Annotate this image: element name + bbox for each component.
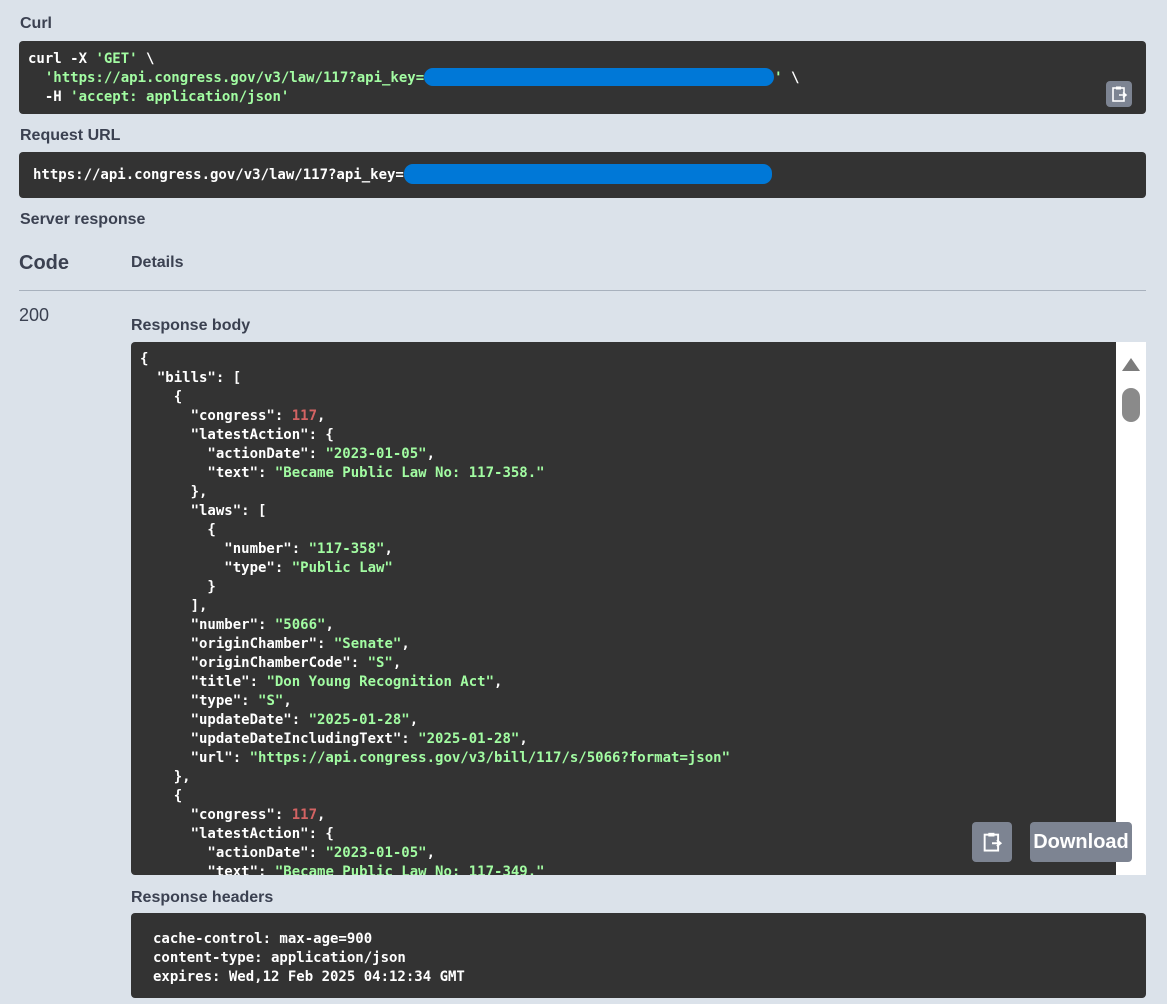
json-line: "originChamber": "Senate", — [140, 636, 410, 652]
json-line: } — [140, 579, 216, 595]
header-line-expires: expires: Wed,12 Feb 2025 04:12:34 GMT — [153, 969, 465, 985]
request-url-label: Request URL — [20, 127, 121, 144]
curl-line-3: -H 'accept: application/json' — [44, 89, 290, 105]
json-line: "type": "Public Law" — [140, 560, 393, 576]
json-line: "text": "Became Public Law No: 117-349." — [140, 864, 545, 875]
scroll-up-arrow-icon[interactable] — [1122, 358, 1140, 371]
response-body-label: Response body — [131, 317, 251, 334]
status-code: 200 — [19, 305, 50, 325]
json-line: "latestAction": { — [140, 427, 334, 443]
json-line: }, — [140, 769, 191, 785]
json-line: "laws": [ — [140, 503, 267, 519]
copy-response-button[interactable] — [972, 822, 1012, 862]
json-line: "bills": [ — [140, 370, 242, 386]
copy-curl-button[interactable] — [1106, 81, 1132, 107]
header-line-content-type: content-type: application/json — [153, 950, 406, 966]
json-line: "text": "Became Public Law No: 117-358." — [140, 465, 545, 481]
json-line: "actionDate": "2023-01-05", — [140, 446, 436, 462]
code-column-header: Code — [19, 252, 69, 274]
response-body-scrollbar[interactable] — [1116, 342, 1146, 875]
json-line: "actionDate": "2023-01-05", — [140, 845, 436, 861]
json-line: "updateDateIncludingText": "2025-01-28", — [140, 731, 528, 747]
json-line: }, — [140, 484, 208, 500]
curl-line-2: 'https://api.congress.gov/v3/law/117?api… — [44, 68, 800, 86]
redacted-api-key — [424, 68, 775, 86]
header-divider — [19, 290, 1146, 291]
redacted-api-key — [403, 164, 772, 184]
request-url-box: https://api.congress.gov/v3/law/117?api_… — [19, 152, 1146, 198]
json-line: "congress": 117, — [140, 408, 326, 424]
json-line: "congress": 117, — [140, 807, 326, 823]
json-line: { — [140, 522, 216, 538]
response-headers-label: Response headers — [131, 889, 274, 906]
request-url-line: https://api.congress.gov/v3/law/117?api_… — [33, 164, 1146, 185]
response-body-box: { "bills": [ { "congress": 117, "latestA… — [131, 342, 1116, 875]
clipboard-copy-icon — [1112, 86, 1128, 102]
curl-command-box: curl -X 'GET' \ 'https://api.congress.go… — [19, 41, 1146, 114]
json-line: "latestAction": { — [140, 826, 334, 842]
curl-line-1: curl -X 'GET' \ — [28, 51, 155, 67]
json-line: { — [140, 351, 149, 367]
json-line: { — [140, 389, 183, 405]
curl-label: Curl — [20, 15, 52, 32]
clipboard-copy-icon — [983, 832, 1003, 852]
download-button[interactable]: Download — [1030, 822, 1132, 862]
json-line: "number": "5066", — [140, 617, 334, 633]
server-response-label: Server response — [20, 211, 146, 228]
details-column-header: Details — [131, 254, 184, 271]
json-line: "originChamberCode": "S", — [140, 655, 402, 671]
json-line: { — [140, 788, 183, 804]
header-line-cache-control: cache-control: max-age=900 — [153, 931, 373, 947]
json-line: ], — [140, 598, 208, 614]
json-line: "number": "117-358", — [140, 541, 393, 557]
json-line: "type": "S", — [140, 693, 292, 709]
json-line: "url": "https://api.congress.gov/v3/bill… — [140, 750, 731, 766]
scroll-thumb[interactable] — [1122, 388, 1140, 422]
json-line: "title": "Don Young Recognition Act", — [140, 674, 503, 690]
json-line: "updateDate": "2025-01-28", — [140, 712, 419, 728]
response-headers-box: cache-control: max-age=900 content-type:… — [131, 913, 1146, 998]
